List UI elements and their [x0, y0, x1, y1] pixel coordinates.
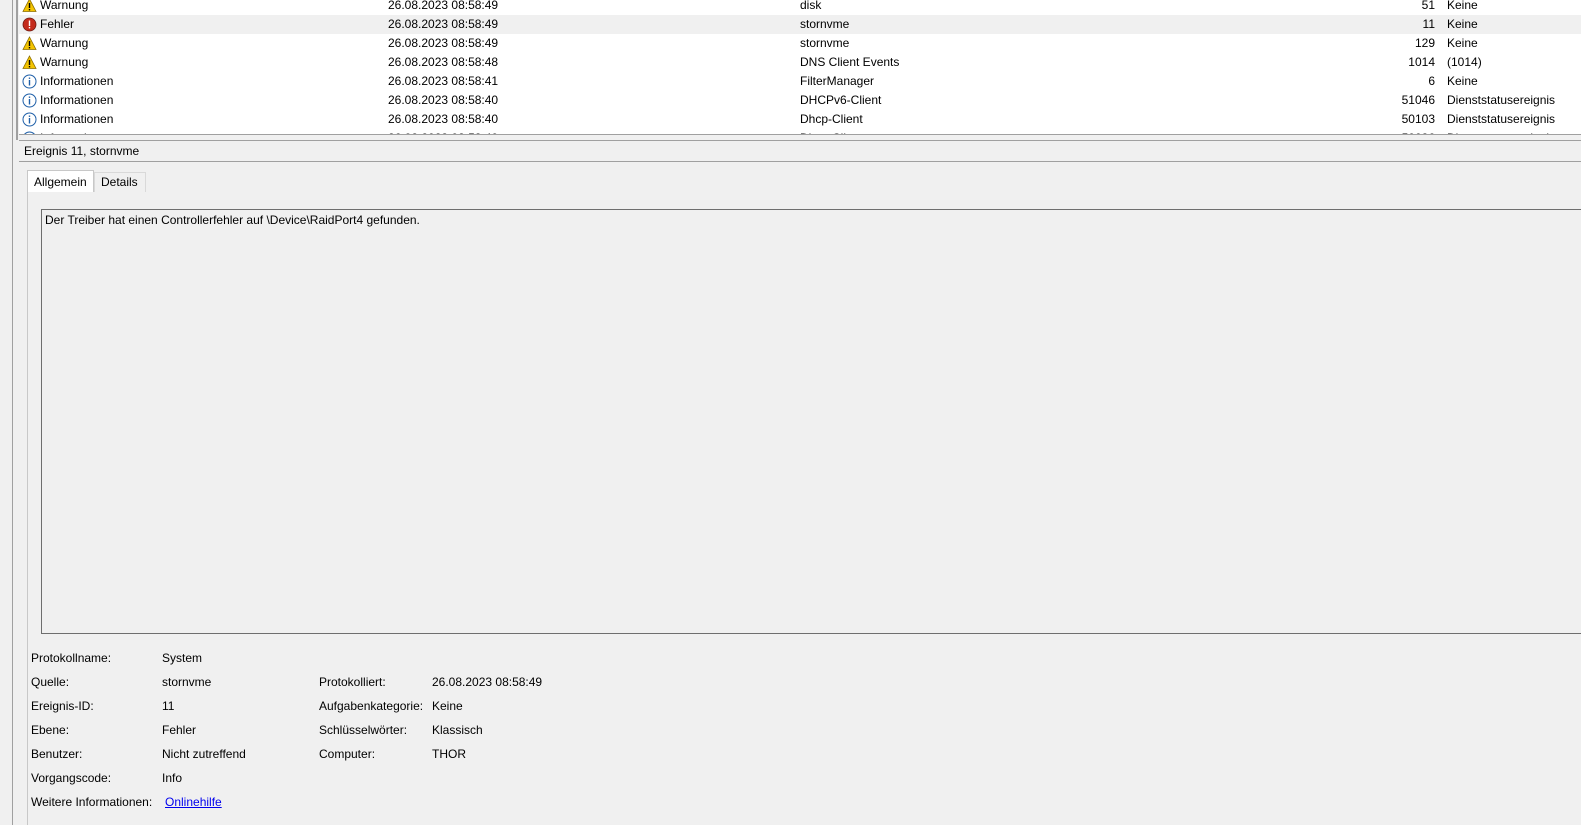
computer-value: THOR [432, 747, 466, 761]
opcode-label: Vorgangscode: [31, 771, 112, 785]
user-value: Nicht zutreffend [162, 747, 246, 761]
detail-header: Ereignis 11, stornvme [19, 141, 1581, 162]
event-id: 11 [1422, 17, 1435, 31]
warning-icon [22, 55, 37, 70]
event-date: 26.08.2023 08:58:40 [388, 112, 499, 126]
log-name-label: Protokollname: [31, 651, 112, 665]
event-task-category: Dienststatusereignis [1447, 93, 1556, 107]
keywords-value: Klassisch [432, 723, 483, 737]
general-tab-body: Der Treiber hat einen Controllerfehler a… [27, 192, 1581, 825]
splitter-line [16, 0, 18, 140]
event-id: 1014 [1408, 55, 1435, 69]
event-source: Dhcp-Client [800, 112, 863, 126]
event-list[interactable]: Warnung 26.08.2023 08:58:49 disk 51 Keine Feh… [19, 0, 1581, 135]
logged-value: 26.08.2023 08:58:49 [432, 675, 543, 689]
source-label: Quelle: [31, 675, 70, 689]
event-task-category: Keine [1447, 74, 1478, 88]
event-level: Informationen [40, 93, 114, 107]
event-detail-pane: Ereignis 11, stornvme Allgemein Details … [19, 141, 1581, 825]
detail-tabstrip: Allgemein Details [27, 170, 1581, 193]
event-source: stornvme [800, 17, 850, 31]
event-level: Warnung [40, 0, 89, 12]
event-id: 51 [1421, 0, 1435, 12]
event-date: 26.08.2023 08:58:41 [388, 74, 499, 88]
event-level: Warnung [40, 36, 89, 50]
event-id: 129 [1414, 36, 1435, 50]
event-id-label: Ereignis-ID: [31, 699, 94, 713]
event-description-box[interactable]: Der Treiber hat einen Controllerfehler a… [41, 209, 1581, 634]
event-task-category: Dienststatusereignis [1447, 112, 1556, 126]
event-id-value: 11 [162, 699, 175, 713]
event-row[interactable]: Warnung 26.08.2023 08:58:49 disk 51 Keine [19, 0, 1581, 15]
event-date: 26.08.2023 08:58:48 [388, 55, 499, 69]
logged-label: Protokolliert: [319, 675, 386, 689]
tab-general[interactable]: Allgemein [27, 170, 94, 193]
task-category-label: Aufgabenkategorie: [319, 699, 424, 713]
info-icon [22, 112, 37, 127]
event-row[interactable]: Informationen 26.08.2023 08:58:41 FilterMa… [19, 72, 1581, 91]
event-level: Informationen [40, 74, 114, 88]
left-panel-edge [0, 0, 13, 825]
event-level: Fehler [40, 17, 75, 31]
info-icon [22, 74, 37, 89]
event-source: DNS Client Events [800, 55, 900, 69]
event-level: Warnung [40, 55, 89, 69]
computer-label: Computer: [319, 747, 376, 761]
more-info-label: Weitere Informationen: [31, 795, 153, 809]
warning-icon [22, 36, 37, 51]
event-date: 26.08.2023 08:58:49 [388, 0, 499, 12]
level-label: Ebene: [31, 723, 70, 737]
opcode-value: Info [162, 771, 183, 785]
event-id: 50103 [1401, 112, 1435, 126]
event-source: DHCPv6-Client [800, 93, 882, 107]
event-source: FilterManager [800, 74, 875, 88]
event-row[interactable]: Warnung 26.08.2023 08:58:48 DNS Client Eve… [19, 53, 1581, 72]
event-date: 26.08.2023 08:58:49 [388, 36, 499, 50]
event-level: Informationen [40, 112, 114, 126]
event-task-category: Keine [1447, 0, 1478, 12]
event-id: 51046 [1401, 93, 1435, 107]
event-row[interactable]: Fehler 26.08.2023 08:58:49 stornvme 11 Keine [19, 15, 1581, 34]
event-row[interactable]: Warnung 26.08.2023 08:58:49 stornvme 129 Kei… [19, 34, 1581, 53]
event-row[interactable]: Informationen 26.08.2023 08:58:40 Dhcp-Cli… [19, 110, 1581, 129]
event-source: disk [800, 0, 822, 12]
event-task-category: Keine [1447, 36, 1478, 50]
event-date: 26.08.2023 08:58:40 [388, 93, 499, 107]
event-row[interactable]: Informationen 26.08.2023 08:58:40 DHCPv6-C… [19, 91, 1581, 110]
warning-icon [22, 0, 37, 13]
event-id: 6 [1428, 74, 1435, 88]
event-task-category: Keine [1447, 17, 1478, 31]
event-date: 26.08.2023 08:58:49 [388, 17, 499, 31]
level-value: Fehler [162, 723, 197, 737]
error-icon [22, 17, 37, 32]
info-icon [22, 93, 37, 108]
event-task-category: (1014) [1447, 55, 1482, 69]
online-help-link[interactable]: Onlinehilfe [165, 795, 222, 809]
event-description: Der Treiber hat einen Controllerfehler a… [45, 213, 420, 227]
source-value: stornvme [162, 675, 212, 689]
task-category-value: Keine [432, 699, 463, 713]
tab-details[interactable]: Details [94, 172, 146, 192]
event-source: stornvme [800, 36, 850, 50]
log-name-value: System [162, 651, 203, 665]
keywords-label: Schlüsselwörter: [319, 723, 408, 737]
user-label: Benutzer: [31, 747, 83, 761]
